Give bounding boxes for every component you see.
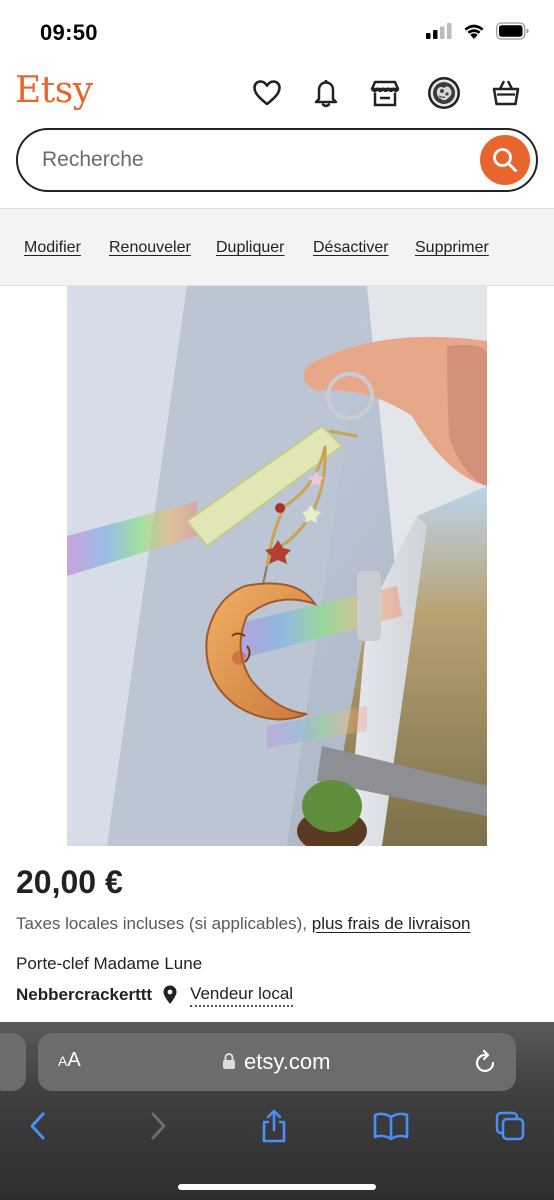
local-seller-link[interactable]: Vendeur local xyxy=(190,984,294,1007)
tax-info: Taxes locales incluses (si applicables),… xyxy=(16,914,471,934)
bell-icon[interactable] xyxy=(309,76,343,110)
seller-name-link[interactable]: Nebbercrackerttt xyxy=(16,985,152,1005)
back-icon[interactable] xyxy=(18,1106,58,1146)
shop-icon[interactable] xyxy=(368,76,402,110)
app-header: Etsy xyxy=(0,62,554,124)
search-input[interactable] xyxy=(42,130,462,189)
forward-icon[interactable] xyxy=(138,1106,178,1146)
bookmarks-icon[interactable] xyxy=(371,1106,411,1146)
wifi-icon xyxy=(464,24,484,39)
address-bar[interactable]: AA etsy.com xyxy=(38,1033,516,1091)
search-icon xyxy=(493,148,517,172)
previous-tab-preview[interactable] xyxy=(0,1033,26,1091)
battery-icon xyxy=(496,22,529,40)
product-title: Porte-clef Madame Lune xyxy=(16,954,203,973)
status-icons xyxy=(426,22,530,40)
product-photo[interactable] xyxy=(67,286,487,846)
duplicate-link[interactable]: Dupliquer xyxy=(216,239,284,257)
home-indicator xyxy=(178,1184,376,1190)
status-time: 09:50 xyxy=(40,20,98,45)
url-text: etsy.com xyxy=(244,1049,331,1074)
listing-actions-bar: Modifier Renouveler Dupliquer Désactiver… xyxy=(0,208,554,286)
deactivate-link[interactable]: Désactiver xyxy=(313,239,389,257)
location-pin-icon xyxy=(163,985,177,1004)
product-price: 20,00 € xyxy=(16,864,123,900)
renew-link[interactable]: Renouveler xyxy=(109,239,191,257)
etsy-logo[interactable]: Etsy xyxy=(15,70,93,111)
share-icon[interactable] xyxy=(254,1106,294,1146)
profile-avatar[interactable] xyxy=(427,76,461,110)
signal-icon xyxy=(426,23,452,39)
status-bar: 09:50 xyxy=(0,0,554,62)
search-button[interactable] xyxy=(480,135,530,185)
search-bar xyxy=(16,128,538,192)
browser-toolbar: AA etsy.com xyxy=(0,1022,554,1200)
edit-link[interactable]: Modifier xyxy=(24,239,81,257)
reader-settings-button[interactable]: AA xyxy=(58,1049,81,1072)
basket-icon[interactable] xyxy=(489,76,523,110)
tabs-icon[interactable] xyxy=(490,1106,530,1146)
lock-icon xyxy=(223,1053,235,1069)
shipping-costs-link[interactable]: plus frais de livraison xyxy=(312,914,471,933)
heart-icon[interactable] xyxy=(250,76,284,110)
seller-row: Nebbercrackerttt Vendeur local xyxy=(16,983,294,1007)
reload-icon[interactable] xyxy=(474,1049,498,1075)
delete-link[interactable]: Supprimer xyxy=(415,239,489,257)
tax-text: Taxes locales incluses (si applicables), xyxy=(16,914,312,933)
